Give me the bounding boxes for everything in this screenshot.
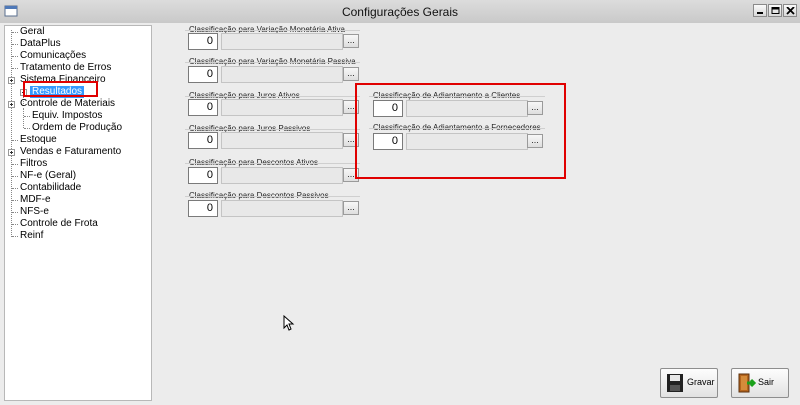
- tree-connector: [11, 30, 12, 237]
- group-border: [369, 128, 545, 129]
- tree-connector: [12, 176, 18, 177]
- group-border: [369, 96, 545, 97]
- tree-item-controle-materiais[interactable]: Controle de Materiais: [20, 98, 115, 110]
- tree-item-mdfe[interactable]: MDF-e: [20, 194, 51, 206]
- title-bar: Configurações Gerais: [0, 0, 800, 24]
- classification-code-input[interactable]: 0: [188, 66, 218, 83]
- classification-description: [221, 200, 343, 217]
- group-border: [185, 96, 360, 97]
- tree-connector: [12, 188, 18, 189]
- classification-code-input[interactable]: 0: [373, 133, 403, 150]
- lookup-button[interactable]: ...: [527, 101, 543, 115]
- classification-code-input[interactable]: 0: [373, 100, 403, 117]
- window-body: Geral DataPlus Comunicações Tratamento d…: [0, 23, 800, 405]
- exit-door-icon: [738, 373, 757, 393]
- tree-connector: [12, 164, 18, 165]
- tree-item-contabilidade[interactable]: Contabilidade: [20, 182, 81, 194]
- tree-item-equiv-impostos[interactable]: Equiv. Impostos: [32, 110, 102, 122]
- tree-item-dataplus[interactable]: DataPlus: [20, 38, 61, 50]
- group-border: [185, 196, 360, 197]
- classification-code-input[interactable]: 0: [188, 200, 218, 217]
- tree-connector: [12, 68, 18, 69]
- classification-description: [406, 100, 528, 117]
- tree-item-comunicacoes[interactable]: Comunicações: [20, 50, 86, 62]
- classification-description: [221, 132, 343, 149]
- group-border: [185, 62, 360, 63]
- tree-item-nfse[interactable]: NFS-e: [20, 206, 49, 218]
- mouse-cursor-icon: [283, 315, 295, 331]
- tree-item-vendas-faturamento[interactable]: Vendas e Faturamento: [20, 146, 121, 158]
- tree-item-estoque[interactable]: Estoque: [20, 134, 57, 146]
- minimize-icon: [757, 12, 763, 14]
- tree-connector: [12, 44, 18, 45]
- save-button-label: Gravar: [687, 377, 715, 387]
- tree-item-tratamento-erros[interactable]: Tratamento de Erros: [20, 62, 111, 74]
- tree-item-nfe-geral[interactable]: NF-e (Geral): [20, 170, 76, 182]
- tree-item-controle-frota[interactable]: Controle de Frota: [20, 218, 98, 230]
- expand-icon[interactable]: [8, 77, 15, 84]
- lookup-button[interactable]: ...: [343, 34, 359, 48]
- tree-connector: [12, 56, 18, 57]
- highlight-box: [23, 81, 98, 97]
- tree-connector: [12, 212, 18, 213]
- tree-item-ordem-producao[interactable]: Ordem de Produção: [32, 122, 122, 134]
- expand-icon[interactable]: [8, 149, 15, 156]
- classification-description: [221, 66, 343, 83]
- group-border: [185, 30, 360, 31]
- floppy-disk-icon: [667, 374, 683, 392]
- tree-item-filtros[interactable]: Filtros: [20, 158, 47, 170]
- window-title: Configurações Gerais: [341, 5, 459, 19]
- exit-button-label: Sair: [758, 377, 775, 387]
- tree-connector: [24, 116, 30, 117]
- classification-description: [221, 99, 343, 116]
- classification-code-input[interactable]: 0: [188, 99, 218, 116]
- close-icon: [786, 7, 795, 15]
- lookup-button[interactable]: ...: [343, 201, 359, 215]
- tree-connector: [24, 128, 30, 129]
- minimize-button[interactable]: [753, 4, 767, 17]
- lookup-button[interactable]: ...: [527, 134, 543, 148]
- tree-connector: [12, 140, 18, 141]
- exit-button[interactable]: Sair: [731, 368, 789, 398]
- lookup-button[interactable]: ...: [343, 67, 359, 81]
- collapse-icon[interactable]: [8, 101, 15, 108]
- classification-description: [221, 33, 343, 50]
- tree-connector: [23, 108, 24, 128]
- classification-code-input[interactable]: 0: [188, 167, 218, 184]
- maximize-icon: [771, 7, 780, 14]
- classification-description: [406, 133, 528, 150]
- group-border: [185, 129, 360, 130]
- tree-connector: [12, 200, 18, 201]
- tree-item-geral[interactable]: Geral: [20, 26, 44, 38]
- maximize-button[interactable]: [768, 4, 782, 17]
- close-button[interactable]: [783, 4, 797, 17]
- tree-connector: [12, 32, 18, 33]
- classification-description: [221, 167, 343, 184]
- classification-code-input[interactable]: 0: [188, 132, 218, 149]
- tree-item-reinf[interactable]: Reinf: [20, 230, 43, 242]
- tree-connector: [12, 224, 18, 225]
- tree-connector: [12, 236, 18, 237]
- classification-code-input[interactable]: 0: [188, 33, 218, 50]
- group-border: [185, 163, 360, 164]
- save-button[interactable]: Gravar: [660, 368, 718, 398]
